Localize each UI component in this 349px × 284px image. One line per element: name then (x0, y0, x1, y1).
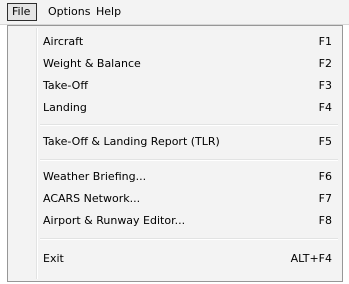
menu-item-airport-runway-editor[interactable]: Airport & Runway Editor... F8 (10, 210, 340, 232)
menu-separator (40, 238, 338, 240)
menu-item-shortcut: F6 (318, 170, 332, 183)
menu-item-tlr[interactable]: Take-Off & Landing Report (TLR) F5 (10, 131, 340, 153)
menu-help[interactable]: Help (91, 3, 126, 21)
menu-item-label: Airport & Runway Editor... (43, 214, 186, 227)
menu-item-label: Take-Off (43, 79, 88, 92)
menu-item-shortcut: F5 (318, 135, 332, 148)
menu-item-shortcut: F8 (318, 214, 332, 227)
menu-item-shortcut: ALT+F4 (290, 252, 332, 265)
menu-bar: File Options Help (0, 0, 349, 25)
menu-item-label: Aircraft (43, 35, 84, 48)
menu-item-label: Exit (43, 252, 64, 265)
menu-item-shortcut: F1 (318, 35, 332, 48)
menu-item-label: Landing (43, 101, 87, 114)
menu-item-label: ACARS Network... (43, 192, 141, 205)
menu-separator (40, 159, 338, 161)
menu-item-acars-network[interactable]: ACARS Network... F7 (10, 188, 340, 210)
file-menu-dropdown: Aircraft F1 Weight & Balance F2 Take-Off… (7, 25, 343, 282)
menu-item-exit[interactable]: Exit ALT+F4 (10, 248, 340, 270)
menu-item-take-off[interactable]: Take-Off F3 (10, 75, 340, 97)
menu-item-shortcut: F7 (318, 192, 332, 205)
menu-item-weather-briefing[interactable]: Weather Briefing... F6 (10, 166, 340, 188)
menu-separator (40, 124, 338, 126)
menu-item-aircraft[interactable]: Aircraft F1 (10, 31, 340, 53)
menu-item-shortcut: F4 (318, 101, 332, 114)
menu-file[interactable]: File (7, 3, 37, 21)
menu-options[interactable]: Options (43, 3, 95, 21)
menu-item-weight-balance[interactable]: Weight & Balance F2 (10, 53, 340, 75)
menu-item-label: Take-Off & Landing Report (TLR) (43, 135, 220, 148)
menu-item-label: Weather Briefing... (43, 170, 147, 183)
menu-item-label: Weight & Balance (43, 57, 141, 70)
menu-item-shortcut: F2 (318, 57, 332, 70)
menu-item-landing[interactable]: Landing F4 (10, 97, 340, 119)
menu-item-shortcut: F3 (318, 79, 332, 92)
